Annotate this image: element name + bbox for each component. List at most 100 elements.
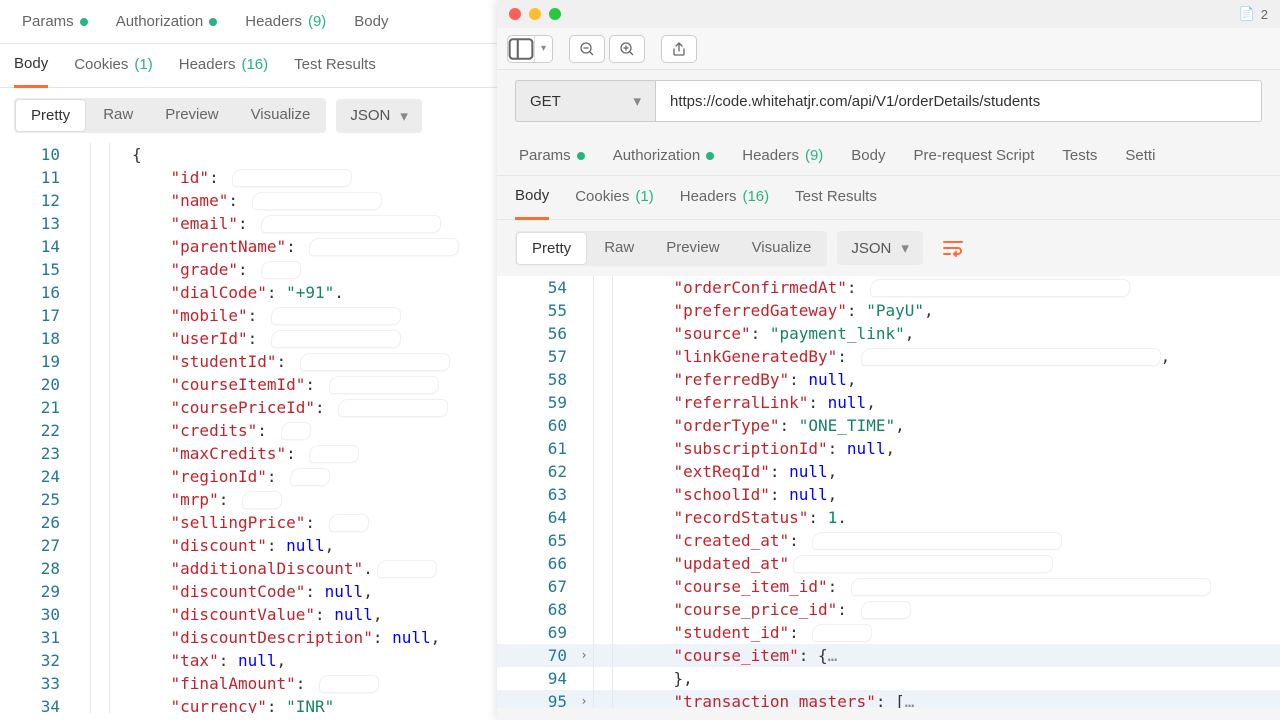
tab-authorization[interactable]: Authorization [116,13,218,30]
indent-guides [90,419,128,442]
format-select[interactable]: JSON ▾ [837,231,923,265]
resp-tab-test-results[interactable]: Test Results [294,56,376,75]
tab-params[interactable]: Params [519,147,585,164]
response-body-code[interactable]: 54 "orderConfirmedAt": 55 "preferredGate… [497,276,1280,708]
fold-gutter [72,511,90,534]
view-pretty[interactable]: Pretty [516,232,587,265]
code-line: 61 "subscriptionId": null, [497,437,1280,460]
tab-authorization[interactable]: Authorization [613,147,715,164]
code-line: 65 "created_at": [497,529,1280,552]
zoom-out-icon [579,41,595,57]
redacted-value [812,624,872,642]
code-line: 14 "parentName": [0,235,497,258]
line-number: 17 [0,304,72,327]
code-line: 60 "orderType": "ONE_TIME", [497,414,1280,437]
tab-headers[interactable]: Headers(9) [245,13,326,30]
line-number: 15 [0,258,72,281]
code-line: 57 "linkGeneratedBy": , [497,345,1280,368]
line-number: 95 [497,690,575,708]
fold-gutter [575,598,593,621]
status-dot-icon [80,18,88,26]
maximize-window-button[interactable] [549,8,561,20]
code-line: 24 "regionId": [0,465,497,488]
fold-gutter [575,299,593,322]
fold-gutter [72,350,90,373]
resp-tab-cookies[interactable]: Cookies(1) [74,56,153,75]
tab-tests[interactable]: Tests [1062,147,1097,164]
indent-guides [90,603,128,626]
line-wrap-toggle[interactable] [933,230,973,266]
fold-gutter [575,667,593,690]
foreground-window: 📄 2 ▾ GET ▾ https://code.whitehatjr.com/… [497,0,1280,720]
fold-gutter [575,621,593,644]
indent-guides [593,667,631,690]
code-line: 12 "name": [0,189,497,212]
sidebar-toggle[interactable]: ▾ [507,35,553,63]
zoom-out-button[interactable] [569,35,605,63]
tab-body[interactable]: Body [354,13,388,30]
view-preview[interactable]: Preview [149,98,234,133]
tab-pre-request-script[interactable]: Pre-request Script [914,147,1035,164]
resp-tab-headers[interactable]: Headers(16) [179,56,268,75]
code-line: 33 "finalAmount": [0,672,497,695]
tab-settings[interactable]: Setti [1125,147,1155,164]
indent-guides [593,322,631,345]
resp-tab-headers[interactable]: Headers(16) [680,188,769,207]
code-line: 95› "transaction_masters": [… [497,690,1280,708]
fold-gutter [72,189,90,212]
fold-gutter[interactable]: › [575,644,593,667]
fold-gutter [72,465,90,488]
minimize-window-button[interactable] [529,8,541,20]
code-content: "courseItemId": [128,373,439,396]
redacted-value [377,560,437,578]
code-content: "extReqId": null, [631,460,837,483]
line-number: 12 [0,189,72,212]
url-input[interactable]: https://code.whitehatjr.com/api/V1/order… [655,80,1262,122]
format-select[interactable]: JSON ▾ [336,99,422,133]
http-method-select[interactable]: GET ▾ [515,80,655,122]
code-content: "discount": null, [128,534,334,557]
line-number: 16 [0,281,72,304]
zoom-in-button[interactable] [609,35,645,63]
code-line: 10{ [0,143,497,166]
code-content: }, [631,667,693,690]
code-line: 19 "studentId": [0,350,497,373]
redacted-value [271,330,401,348]
code-line: 56 "source": "payment_link", [497,322,1280,345]
resp-tab-body[interactable]: Body [14,55,48,74]
page-icon: 📄 [1239,6,1255,22]
resp-tab-test-results[interactable]: Test Results [795,188,877,207]
line-number: 27 [0,534,72,557]
indent-guides [90,166,128,189]
response-tabs: Body Cookies(1) Headers(16) Test Results [0,44,497,88]
window-titlebar: 📄 2 [497,0,1280,28]
fold-gutter [575,437,593,460]
fold-gutter [72,281,90,304]
view-raw[interactable]: Raw [87,98,149,133]
code-content: "credits": [128,419,311,442]
response-body-code[interactable]: 10{11 "id": 12 "name": 13 "email": 14 "p… [0,143,497,713]
fold-gutter[interactable]: › [575,690,593,708]
indent-guides [593,460,631,483]
view-raw[interactable]: Raw [588,231,650,266]
view-visualize[interactable]: Visualize [736,231,828,266]
indent-guides [593,529,631,552]
resp-tab-cookies[interactable]: Cookies(1) [575,188,654,207]
code-line: 68 "course_price_id": [497,598,1280,621]
resp-tab-body[interactable]: Body [515,187,549,206]
view-visualize[interactable]: Visualize [235,98,327,133]
code-content: "subscriptionId": null, [631,437,895,460]
tab-count: 2 [1261,7,1268,22]
indent-guides [593,345,631,368]
tab-headers[interactable]: Headers(9) [742,147,823,164]
tab-params[interactable]: Params [22,13,88,30]
view-pretty[interactable]: Pretty [15,99,86,132]
view-preview[interactable]: Preview [650,231,735,266]
code-content: "source": "payment_link", [631,322,914,345]
line-number: 23 [0,442,72,465]
code-content: "tax": null, [128,649,286,672]
close-window-button[interactable] [509,8,521,20]
share-button[interactable] [661,35,697,63]
indent-guides [593,391,631,414]
tab-body[interactable]: Body [851,147,885,164]
